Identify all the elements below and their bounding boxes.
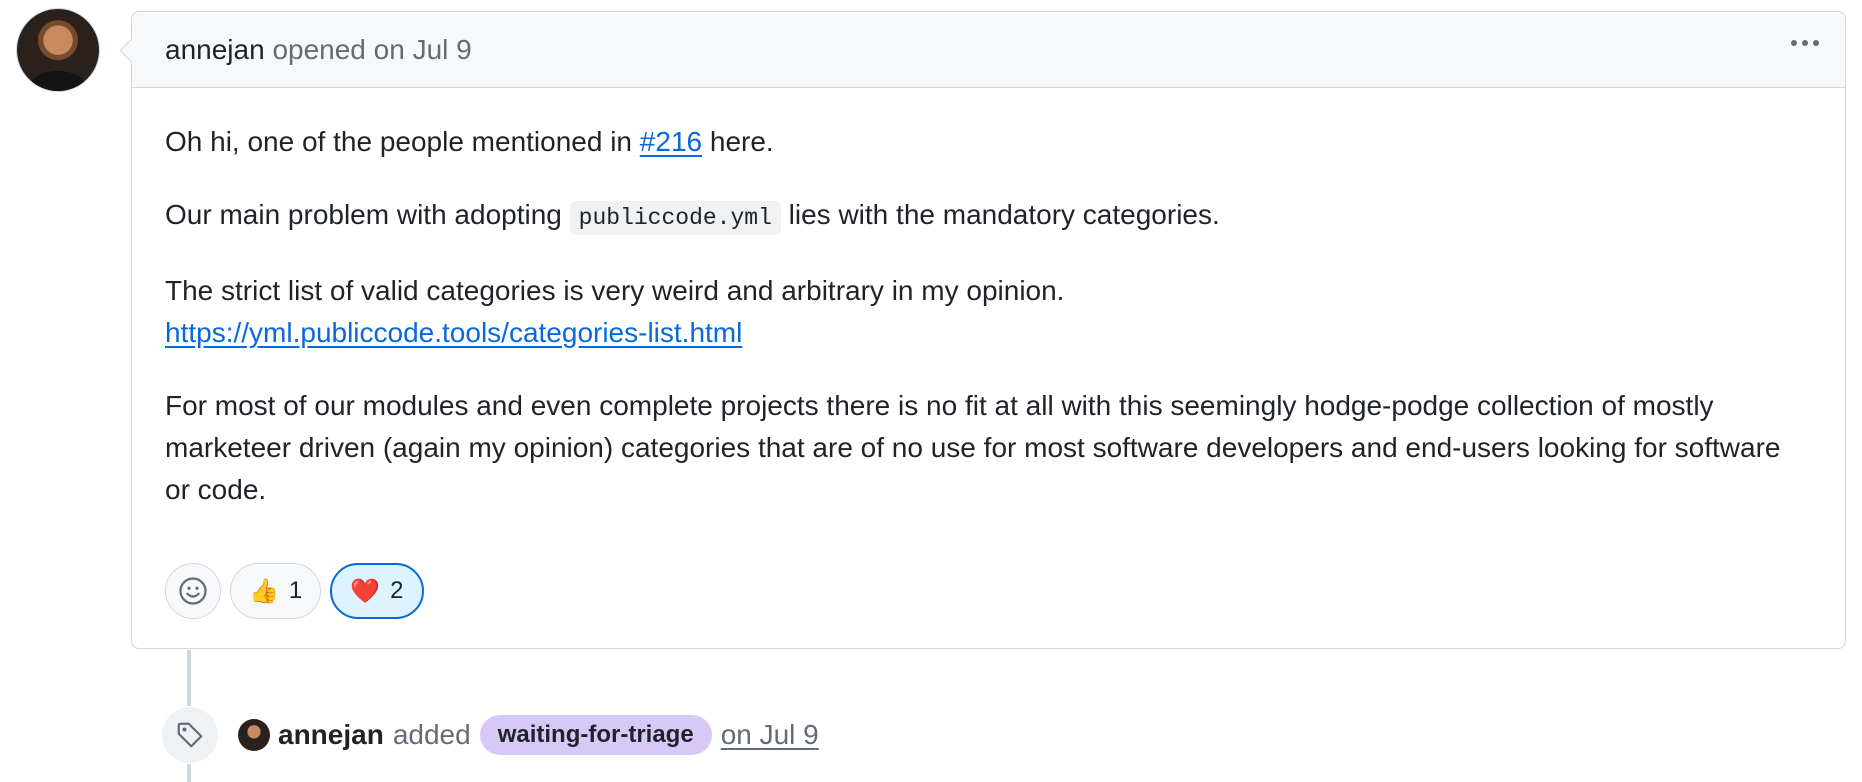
thumbs-up-icon: 👍 [249,577,279,605]
reaction-thumbs-up[interactable]: 👍 1 [230,563,322,619]
reaction-heart[interactable]: ❤️ 2 [330,563,424,619]
timeline-event: annejan added waiting-for-triage on Jul … [162,707,819,763]
smiley-icon [179,577,207,605]
event-verb: added [392,719,471,750]
issue-link[interactable]: #216 [640,126,702,157]
event-actor[interactable]: annejan [278,719,384,751]
comment-author[interactable]: annejan [165,34,265,66]
timeline-connector [187,650,191,706]
paragraph-3: The strict list of valid categories is v… [165,275,1065,348]
add-reaction-button[interactable] [165,563,221,619]
paragraph-2: Our main problem with adopting publiccod… [165,194,1812,239]
comment-body: Oh hi, one of the people mentioned in #2… [132,88,1845,511]
reaction-count: 2 [390,577,404,604]
issue-comment: annejan opened on Jul 9 Oh hi, one of th… [131,11,1846,649]
author-avatar[interactable] [17,9,99,91]
comment-header: annejan opened on Jul 9 [132,12,1845,88]
heart-icon: ❤️ [350,577,381,605]
timeline-connector [187,764,191,782]
tag-icon [162,707,218,763]
label-badge[interactable]: waiting-for-triage [479,715,712,755]
categories-link[interactable]: https://yml.publiccode.tools/categories-… [165,317,742,348]
paragraph-1: Oh hi, one of the people mentioned in #2… [165,126,774,157]
kebab-icon[interactable] [1787,36,1823,50]
paragraph-4: For most of our modules and even complet… [165,390,1781,505]
avatar[interactable] [238,719,270,751]
inline-code: publiccode.yml [569,201,781,235]
event-date[interactable]: on Jul 9 [721,719,819,751]
reactions-bar: 👍 1 ❤️ 2 [165,563,424,619]
reaction-count: 1 [288,577,303,604]
comment-timestamp[interactable]: opened on Jul 9 [272,34,471,66]
